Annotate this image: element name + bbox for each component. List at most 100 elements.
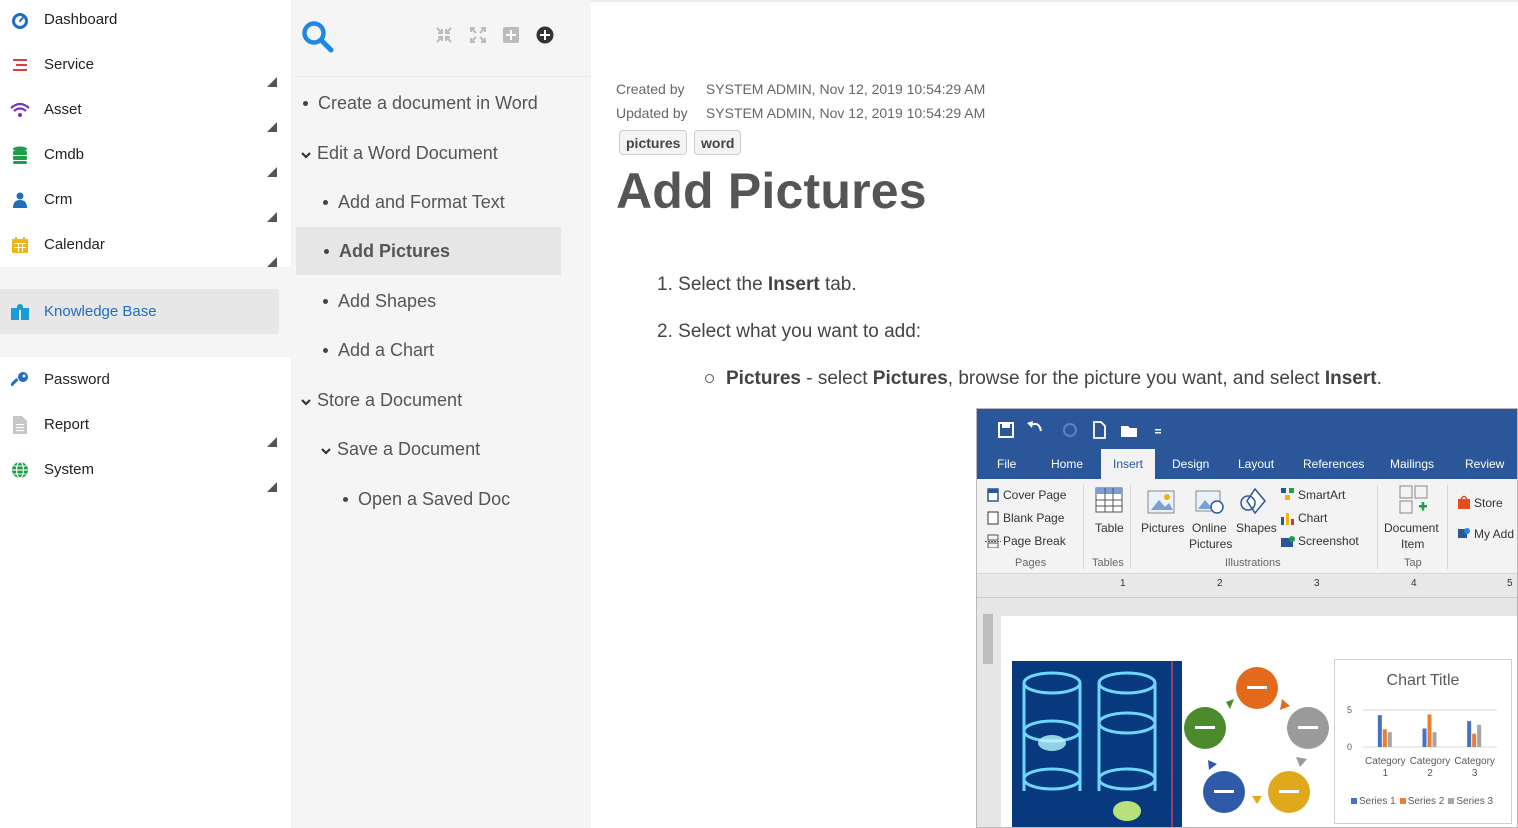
sidebar-item-knowledge-base[interactable]: Knowledge Base (0, 289, 279, 334)
smartart-icon (1280, 487, 1296, 506)
sidebar-item-password[interactable]: Password (0, 357, 291, 402)
submenu-caret-icon (267, 434, 277, 447)
blank-page-button[interactable]: Blank Page (1003, 511, 1064, 525)
tab-insert[interactable]: Insert (1101, 449, 1156, 479)
y-tick-label: 0 (1347, 742, 1352, 752)
ribbon-separator (1377, 485, 1378, 569)
chart-button[interactable]: Chart (1298, 511, 1327, 525)
tree-node[interactable]: Create a document in Word (303, 79, 538, 127)
table-icon (1095, 487, 1123, 518)
tab-layout[interactable]: Layout (1238, 449, 1274, 479)
collapse-icon[interactable] (434, 25, 454, 45)
sidebar-item-label: Crm (44, 191, 73, 208)
tree-node[interactable]: Store a Document (299, 376, 462, 424)
step-text: Select the (678, 274, 768, 295)
tree-node[interactable]: Open a Saved Doc (343, 475, 510, 523)
submenu-caret-icon (267, 209, 277, 222)
key-icon (10, 370, 30, 390)
created-by-row: Created by SYSTEM ADMIN, Nov 12, 2019 10… (616, 81, 985, 97)
scrollbar[interactable] (983, 614, 993, 664)
sidebar-item-cmdb[interactable]: Cmdb (0, 132, 291, 177)
report-icon (10, 415, 30, 435)
tag-word[interactable]: word (694, 130, 742, 155)
sidebar-item-service[interactable]: Service (0, 42, 291, 87)
smartart-button[interactable]: SmartArt (1298, 488, 1345, 502)
shapes-icon (1239, 487, 1269, 520)
substep-bold: Insert (1324, 368, 1377, 389)
tables-group-label: Tables (1092, 557, 1124, 569)
chart-bar (1472, 733, 1477, 747)
tree-node-active[interactable]: Add Pictures (296, 227, 561, 275)
tab-references[interactable]: References (1303, 449, 1364, 479)
sidebar-item-asset[interactable]: Asset (0, 87, 291, 132)
chevron-down-icon[interactable] (299, 146, 313, 160)
substep-text: , browse for the picture you want, and s… (947, 368, 1325, 389)
legend-swatch (1351, 798, 1357, 804)
sidebar-item-dashboard[interactable]: Dashboard (0, 0, 291, 42)
chart-bar (1382, 729, 1387, 747)
tree-node-label: Create a document in Word (318, 92, 538, 113)
tree-node[interactable]: Add Shapes (323, 277, 436, 325)
chart-bar (1387, 732, 1392, 747)
chart-bar (1467, 721, 1472, 747)
step-text: tab. (819, 274, 857, 295)
my-addins-button[interactable]: My Add (1474, 527, 1514, 541)
ribbon-separator (1083, 485, 1084, 569)
table-button[interactable]: Table (1095, 521, 1124, 535)
tree-node-label: Save a Document (337, 438, 481, 459)
pictures-icon (1147, 487, 1177, 520)
bullet-icon (323, 347, 328, 353)
tree-node[interactable]: Save a Document (319, 425, 480, 473)
chart-card: Chart Title 50 Category 1 Category 2 Categ… (1334, 659, 1512, 824)
article-tree-panel: Create a document in Word Edit a Word Do… (291, 0, 591, 828)
chart-bar (1432, 732, 1437, 747)
wifi-icon (10, 100, 30, 120)
tree-node[interactable]: Add and Format Text (323, 178, 505, 226)
bullet-icon (323, 298, 328, 304)
ribbon-tabs: File Home Insert Design Layout Reference… (977, 449, 1517, 479)
legend-swatch (1399, 798, 1406, 804)
screenshot-button[interactable]: Screenshot (1298, 534, 1359, 548)
tab-review[interactable]: Review (1465, 449, 1504, 479)
chevron-down-icon[interactable] (319, 442, 333, 456)
knowledge-base-icon (10, 302, 30, 322)
document-item-button-line2[interactable]: Item (1401, 537, 1424, 551)
tap-group-label: Tap (1404, 557, 1422, 569)
sidebar-item-label: Cmdb (44, 146, 85, 163)
online-pictures-button-line2[interactable]: Pictures (1189, 537, 1232, 551)
shapes-button[interactable]: Shapes (1236, 521, 1277, 535)
blank-page-icon (987, 511, 999, 530)
sidebar-item-system[interactable]: System (0, 447, 291, 492)
document-item-button[interactable]: Document (1384, 521, 1439, 535)
sidebar-item-label: Asset (44, 101, 82, 118)
add-square-icon[interactable] (501, 25, 521, 45)
database-icon (10, 145, 30, 165)
tab-design[interactable]: Design (1172, 449, 1209, 479)
cover-page-button[interactable]: Cover Page (1003, 488, 1066, 502)
online-pictures-button[interactable]: Online (1192, 521, 1227, 535)
chevron-down-icon[interactable] (299, 393, 313, 407)
tree-node[interactable]: Edit a Word Document (299, 129, 498, 177)
tab-home[interactable]: Home (1051, 449, 1083, 479)
search-icon[interactable] (301, 20, 335, 54)
tag-pictures[interactable]: pictures (619, 130, 688, 155)
expand-icon[interactable] (468, 25, 488, 45)
substep-text: - select (800, 368, 873, 389)
submenu-caret-icon (267, 74, 277, 87)
sidebar-item-calendar[interactable]: Calendar (0, 222, 291, 267)
page-break-button[interactable]: Page Break (1003, 534, 1066, 548)
sidebar-item-crm[interactable]: Crm (0, 177, 291, 222)
pictures-button[interactable]: Pictures (1141, 521, 1184, 535)
updated-by-label: Updated by (616, 105, 688, 121)
tree-node-label: Add Pictures (339, 240, 451, 261)
sidebar-item-report[interactable]: Report (0, 402, 291, 447)
tab-mailings[interactable]: Mailings (1390, 449, 1434, 479)
store-button[interactable]: Store (1474, 496, 1503, 510)
tree-node[interactable]: Add a Chart (323, 326, 434, 374)
step-number: 2. (657, 321, 673, 342)
chart-bar (1477, 724, 1482, 747)
tree-node-label: Edit a Word Document (317, 142, 498, 163)
add-circle-icon[interactable] (535, 25, 555, 45)
tab-file[interactable]: File (997, 449, 1016, 479)
legend-entry: Series 3 (1456, 796, 1494, 807)
